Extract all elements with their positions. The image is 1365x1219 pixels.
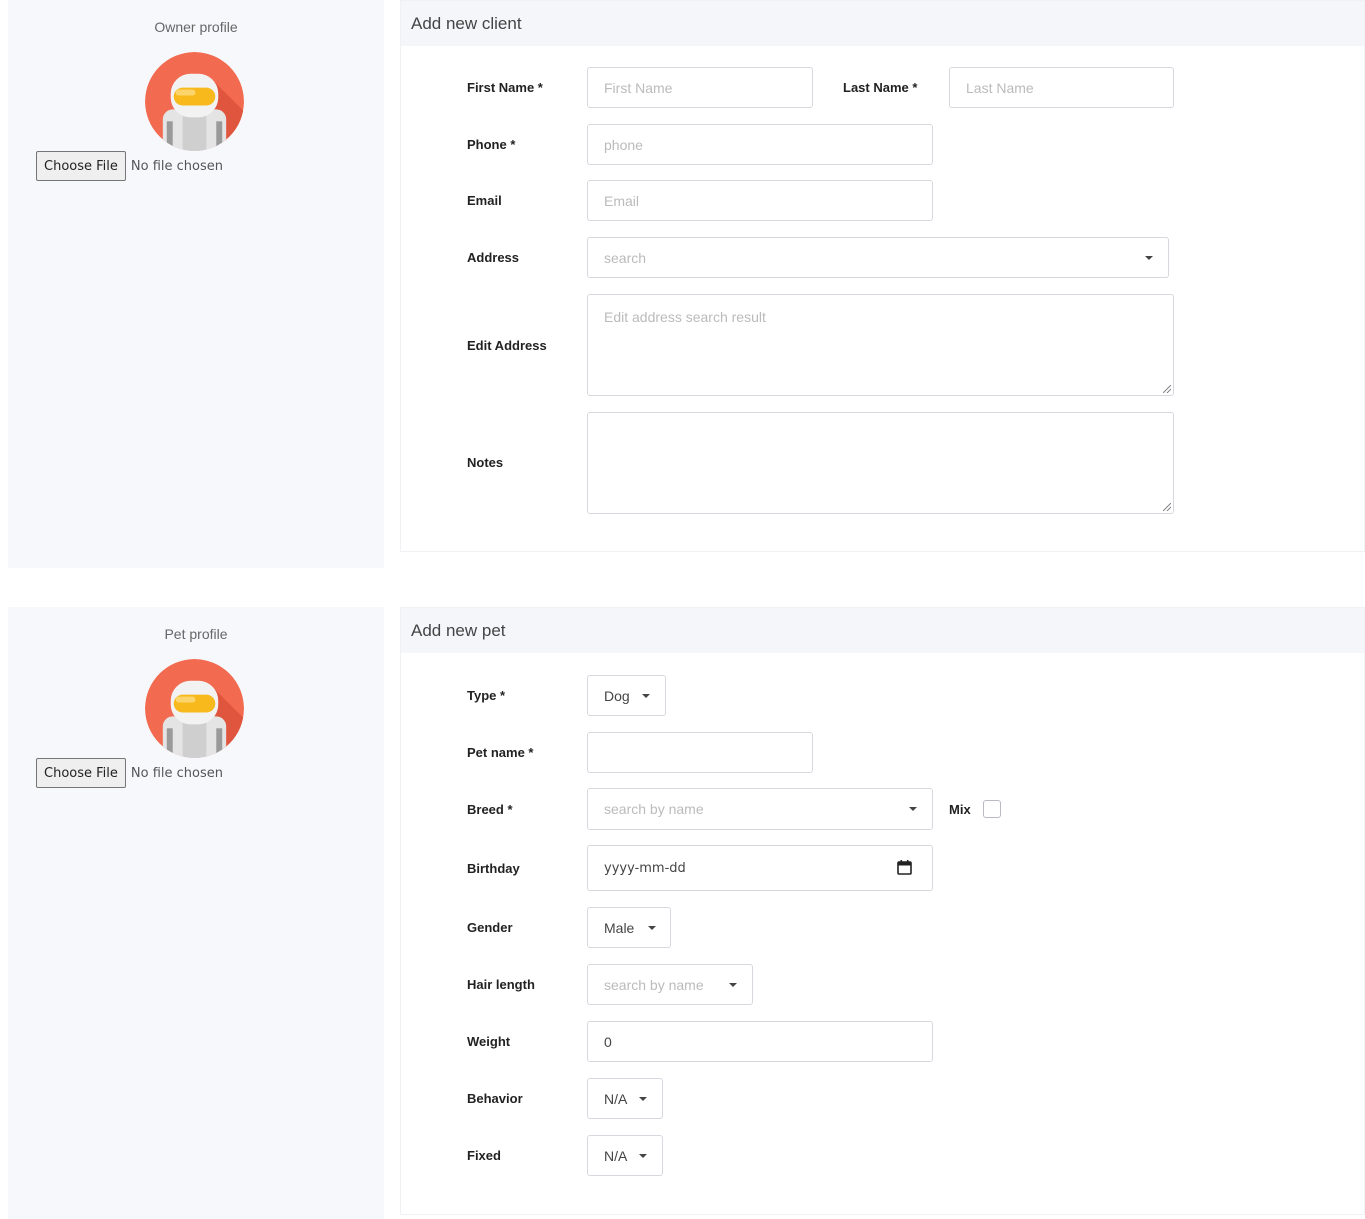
add-pet-panel: Add new pet — [400, 607, 1365, 1215]
breed-select[interactable]: search by name — [587, 788, 933, 830]
chevron-down-icon — [729, 983, 737, 987]
hair-length-label: Hair length — [467, 977, 535, 992]
first-name-input[interactable]: First Name — [587, 67, 813, 108]
edit-address-label: Edit Address — [467, 338, 547, 353]
first-name-placeholder: First Name — [604, 79, 673, 96]
email-input[interactable]: Email — [587, 180, 933, 221]
email-label: Email — [467, 193, 502, 208]
last-name-label: Last Name * — [843, 80, 918, 95]
chevron-down-icon — [639, 1154, 647, 1158]
gender-value: Male — [604, 919, 635, 936]
phone-input[interactable]: phone — [587, 124, 933, 165]
pet-no-file-text: No file chosen — [130, 765, 223, 781]
email-placeholder: Email — [604, 192, 640, 209]
pet-profile-label: Pet profile — [164, 626, 228, 642]
pet-choose-file-button[interactable]: Choose File — [36, 758, 126, 788]
mix-label: Mix — [949, 802, 971, 817]
resize-handle-icon[interactable] — [1163, 385, 1171, 393]
add-client-title: Add new client — [401, 1, 1364, 46]
type-label: Type * — [467, 688, 506, 703]
pet-name-input[interactable] — [587, 732, 813, 773]
chevron-down-icon — [1145, 256, 1153, 260]
chevron-down-icon — [639, 1097, 647, 1101]
owner-file-input[interactable]: Choose File No file chosen — [36, 151, 223, 181]
mix-checkbox[interactable] — [983, 800, 1001, 818]
behavior-select[interactable]: N/A — [587, 1078, 663, 1119]
fixed-label: Fixed — [467, 1148, 501, 1163]
notes-textarea[interactable] — [587, 412, 1174, 514]
address-select[interactable]: search — [587, 237, 1169, 278]
chevron-down-icon — [648, 926, 656, 930]
add-pet-title: Add new pet — [401, 608, 1364, 653]
chevron-down-icon — [909, 807, 917, 811]
birthday-placeholder: yyyy-mm-dd — [604, 860, 686, 876]
pet-file-input[interactable]: Choose File No file chosen — [36, 758, 223, 788]
type-value: Dog — [604, 687, 630, 704]
pet-profile-panel: Pet profile Choose File No file chosen — [8, 607, 384, 1219]
birthday-label: Birthday — [467, 861, 520, 876]
astronaut-avatar-icon — [145, 659, 244, 758]
astronaut-avatar-icon — [145, 52, 244, 151]
weight-label: Weight — [467, 1034, 511, 1049]
hair-length-placeholder: search by name — [604, 976, 704, 993]
calendar-icon[interactable] — [897, 860, 912, 875]
weight-value: 0 — [604, 1033, 612, 1050]
edit-address-textarea[interactable]: Edit address search result — [587, 294, 1174, 396]
first-name-label: First Name * — [467, 80, 543, 95]
hair-length-select[interactable]: search by name — [587, 964, 753, 1005]
pet-name-label: Pet name * — [467, 745, 534, 760]
address-label: Address — [467, 250, 520, 265]
weight-input[interactable]: 0 — [587, 1021, 933, 1062]
last-name-input[interactable]: Last Name — [949, 67, 1174, 108]
address-placeholder: search — [604, 249, 647, 266]
edit-address-placeholder: Edit address search result — [604, 309, 766, 325]
fixed-value: N/A — [604, 1147, 628, 1164]
behavior-label: Behavior — [467, 1091, 523, 1106]
gender-label: Gender — [467, 920, 513, 935]
owner-profile-panel: Owner profile Choose File No file chosen — [8, 0, 384, 568]
owner-profile-label: Owner profile — [154, 19, 238, 35]
notes-label: Notes — [467, 455, 504, 470]
owner-choose-file-button[interactable]: Choose File — [36, 151, 126, 181]
breed-label: Breed * — [467, 802, 513, 817]
type-select[interactable]: Dog — [587, 675, 666, 716]
birthday-input[interactable]: yyyy-mm-dd — [587, 845, 933, 891]
gender-select[interactable]: Male — [587, 907, 671, 948]
resize-handle-icon[interactable] — [1163, 503, 1171, 511]
fixed-select[interactable]: N/A — [587, 1135, 663, 1176]
owner-no-file-text: No file chosen — [130, 158, 223, 174]
chevron-down-icon — [642, 694, 650, 698]
phone-label: Phone * — [467, 137, 516, 152]
behavior-value: N/A — [604, 1090, 628, 1107]
last-name-placeholder: Last Name — [966, 79, 1034, 96]
breed-placeholder: search by name — [604, 801, 704, 817]
phone-placeholder: phone — [604, 136, 643, 153]
